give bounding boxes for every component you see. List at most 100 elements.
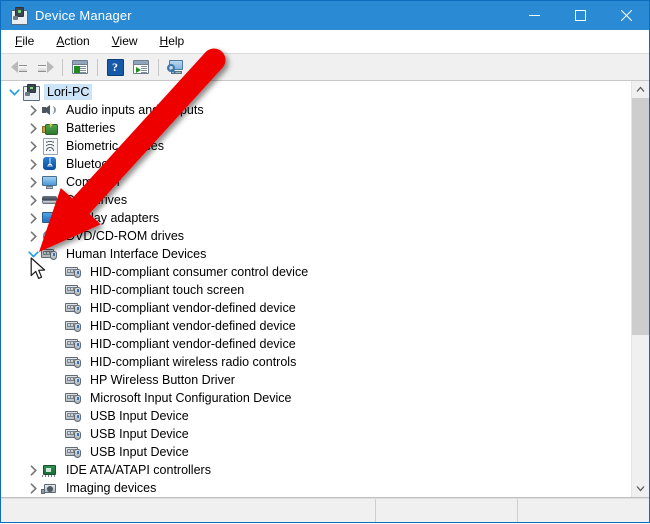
tree-item-microsoft-input-configuration-device[interactable]: Microsoft Input Configuration Device bbox=[1, 389, 631, 407]
scroll-down-button[interactable] bbox=[632, 480, 649, 497]
chevron-right-icon bbox=[49, 335, 65, 353]
tree-item-label: Computer bbox=[63, 174, 124, 190]
scrollbar-track[interactable] bbox=[632, 98, 649, 480]
tree-item-ide-ata-atapi-controllers[interactable]: IDE ATA/ATAPI controllers bbox=[1, 461, 631, 479]
toolbar: ? bbox=[1, 53, 649, 81]
tree-item-imaging-devices[interactable]: Imaging devices bbox=[1, 479, 631, 497]
tree-item-human-interface-devices[interactable]: Human Interface Devices bbox=[1, 245, 631, 263]
hid-icon bbox=[65, 300, 82, 316]
tree-item-lori-pc[interactable]: Lori-PC bbox=[1, 83, 631, 101]
camera-icon bbox=[41, 480, 58, 496]
tree-item-label: USB Input Device bbox=[87, 408, 192, 424]
tree-item-label: Disk drives bbox=[63, 192, 130, 208]
toolbar-separator-2 bbox=[97, 59, 98, 76]
hid-icon bbox=[65, 390, 82, 406]
title-bar[interactable]: Device Manager bbox=[1, 1, 649, 30]
chevron-right-icon bbox=[49, 317, 65, 335]
update-driver-button[interactable] bbox=[128, 56, 154, 78]
tree-item-hid-compliant-wireless-radio-controls[interactable]: HID-compliant wireless radio controls bbox=[1, 353, 631, 371]
menu-help-rest: elp bbox=[168, 34, 184, 48]
tree-item-usb-input-device[interactable]: USB Input Device bbox=[1, 425, 631, 443]
hid-icon bbox=[65, 264, 82, 280]
scroll-up-button[interactable] bbox=[632, 81, 649, 98]
chevron-right-icon[interactable] bbox=[25, 227, 41, 245]
chevron-right-icon[interactable] bbox=[25, 137, 41, 155]
arrow-right-icon bbox=[37, 61, 54, 74]
maximize-button[interactable] bbox=[557, 1, 603, 30]
tree-item-label: USB Input Device bbox=[87, 444, 192, 460]
chevron-right-icon[interactable] bbox=[25, 155, 41, 173]
disk-drive-icon bbox=[41, 192, 58, 208]
fingerprint-icon bbox=[43, 138, 58, 155]
menu-file[interactable]: File bbox=[10, 32, 44, 50]
scrollbar-thumb[interactable] bbox=[632, 98, 649, 335]
hid-icon bbox=[65, 336, 82, 352]
tree-item-hid-compliant-vendor-defined-device[interactable]: HID-compliant vendor-defined device bbox=[1, 317, 631, 335]
tree-item-display-adapters[interactable]: Display adapters bbox=[1, 209, 631, 227]
tree-item-biometric-devices[interactable]: Biometric devices bbox=[1, 137, 631, 155]
menu-action[interactable]: Action bbox=[51, 32, 99, 50]
chevron-right-icon[interactable] bbox=[25, 209, 41, 227]
battery-icon bbox=[41, 120, 58, 136]
scan-for-hardware-changes-icon bbox=[167, 60, 185, 75]
tree-item-disk-drives[interactable]: Disk drives bbox=[1, 191, 631, 209]
tree-item-hid-compliant-vendor-defined-device[interactable]: HID-compliant vendor-defined device bbox=[1, 335, 631, 353]
chevron-right-icon[interactable] bbox=[25, 119, 41, 137]
tree-item-label: HID-compliant consumer control device bbox=[87, 264, 311, 280]
tree-item-label: Microsoft Input Configuration Device bbox=[87, 390, 294, 406]
tree-item-label: Display adapters bbox=[63, 210, 162, 226]
tree-item-label: Imaging devices bbox=[63, 480, 159, 496]
chevron-right-icon[interactable] bbox=[25, 101, 41, 119]
chevron-right-icon bbox=[49, 281, 65, 299]
properties-button[interactable] bbox=[67, 56, 93, 78]
tree-item-hid-compliant-vendor-defined-device[interactable]: HID-compliant vendor-defined device bbox=[1, 299, 631, 317]
tree-item-batteries[interactable]: Batteries bbox=[1, 119, 631, 137]
forward-button[interactable] bbox=[32, 56, 58, 78]
menu-view[interactable]: View bbox=[107, 32, 148, 50]
hid-icon bbox=[65, 318, 82, 334]
tree-item-label: Lori-PC bbox=[44, 84, 92, 100]
chevron-down-icon[interactable] bbox=[6, 83, 22, 101]
chevron-right-icon[interactable] bbox=[25, 173, 41, 191]
tree-item-usb-input-device[interactable]: USB Input Device bbox=[1, 443, 631, 461]
chevron-right-icon[interactable] bbox=[25, 461, 41, 479]
tree-item-label: HID-compliant vendor-defined device bbox=[87, 336, 299, 352]
status-mid bbox=[376, 499, 518, 522]
vertical-scrollbar[interactable] bbox=[631, 81, 649, 497]
tree-item-label: Biometric devices bbox=[63, 138, 167, 154]
device-manager-icon bbox=[10, 7, 27, 24]
tree-item-label: HID-compliant wireless radio controls bbox=[87, 354, 299, 370]
menu-help[interactable]: Help bbox=[155, 32, 195, 50]
chevron-right-icon bbox=[49, 407, 65, 425]
tree-item-hid-compliant-touch-screen[interactable]: HID-compliant touch screen bbox=[1, 281, 631, 299]
window-title: Device Manager bbox=[35, 8, 132, 23]
bluetooth-icon: ᛦ bbox=[41, 156, 58, 172]
close-button[interactable] bbox=[603, 1, 649, 30]
audio-icon bbox=[41, 102, 58, 118]
back-button[interactable] bbox=[6, 56, 32, 78]
tree-item-usb-input-device[interactable]: USB Input Device bbox=[1, 407, 631, 425]
tree-item-hp-wireless-button-driver[interactable]: HP Wireless Button Driver bbox=[1, 371, 631, 389]
chevron-right-icon[interactable] bbox=[25, 479, 41, 497]
help-button[interactable]: ? bbox=[102, 56, 128, 78]
status-end bbox=[518, 499, 649, 522]
scan-hardware-button[interactable] bbox=[163, 56, 189, 78]
tree-item-label: IDE ATA/ATAPI controllers bbox=[63, 462, 214, 478]
dvd-drive-icon bbox=[41, 228, 58, 244]
chevron-right-icon bbox=[49, 299, 65, 317]
client-area: Lori-PCAudio inputs and outputsBatteries… bbox=[1, 81, 649, 498]
tree-item-computer[interactable]: Computer bbox=[1, 173, 631, 191]
device-tree[interactable]: Lori-PCAudio inputs and outputsBatteries… bbox=[1, 81, 631, 497]
tree-item-audio-inputs-and-outputs[interactable]: Audio inputs and outputs bbox=[1, 101, 631, 119]
tree-item-label: HID-compliant vendor-defined device bbox=[87, 300, 299, 316]
status-main bbox=[1, 499, 376, 522]
tree-item-dvd-cd-rom-drives[interactable]: DVD/CD-ROM drives bbox=[1, 227, 631, 245]
tree-item-bluetooth[interactable]: ᛦBluetooth bbox=[1, 155, 631, 173]
tree-item-hid-compliant-consumer-control-device[interactable]: HID-compliant consumer control device bbox=[1, 263, 631, 281]
computer-icon bbox=[22, 84, 39, 100]
chevron-right-icon bbox=[49, 425, 65, 443]
hid-icon bbox=[65, 408, 82, 424]
chevron-right-icon[interactable] bbox=[25, 191, 41, 209]
properties-icon bbox=[72, 60, 88, 74]
minimize-button[interactable] bbox=[511, 1, 557, 30]
